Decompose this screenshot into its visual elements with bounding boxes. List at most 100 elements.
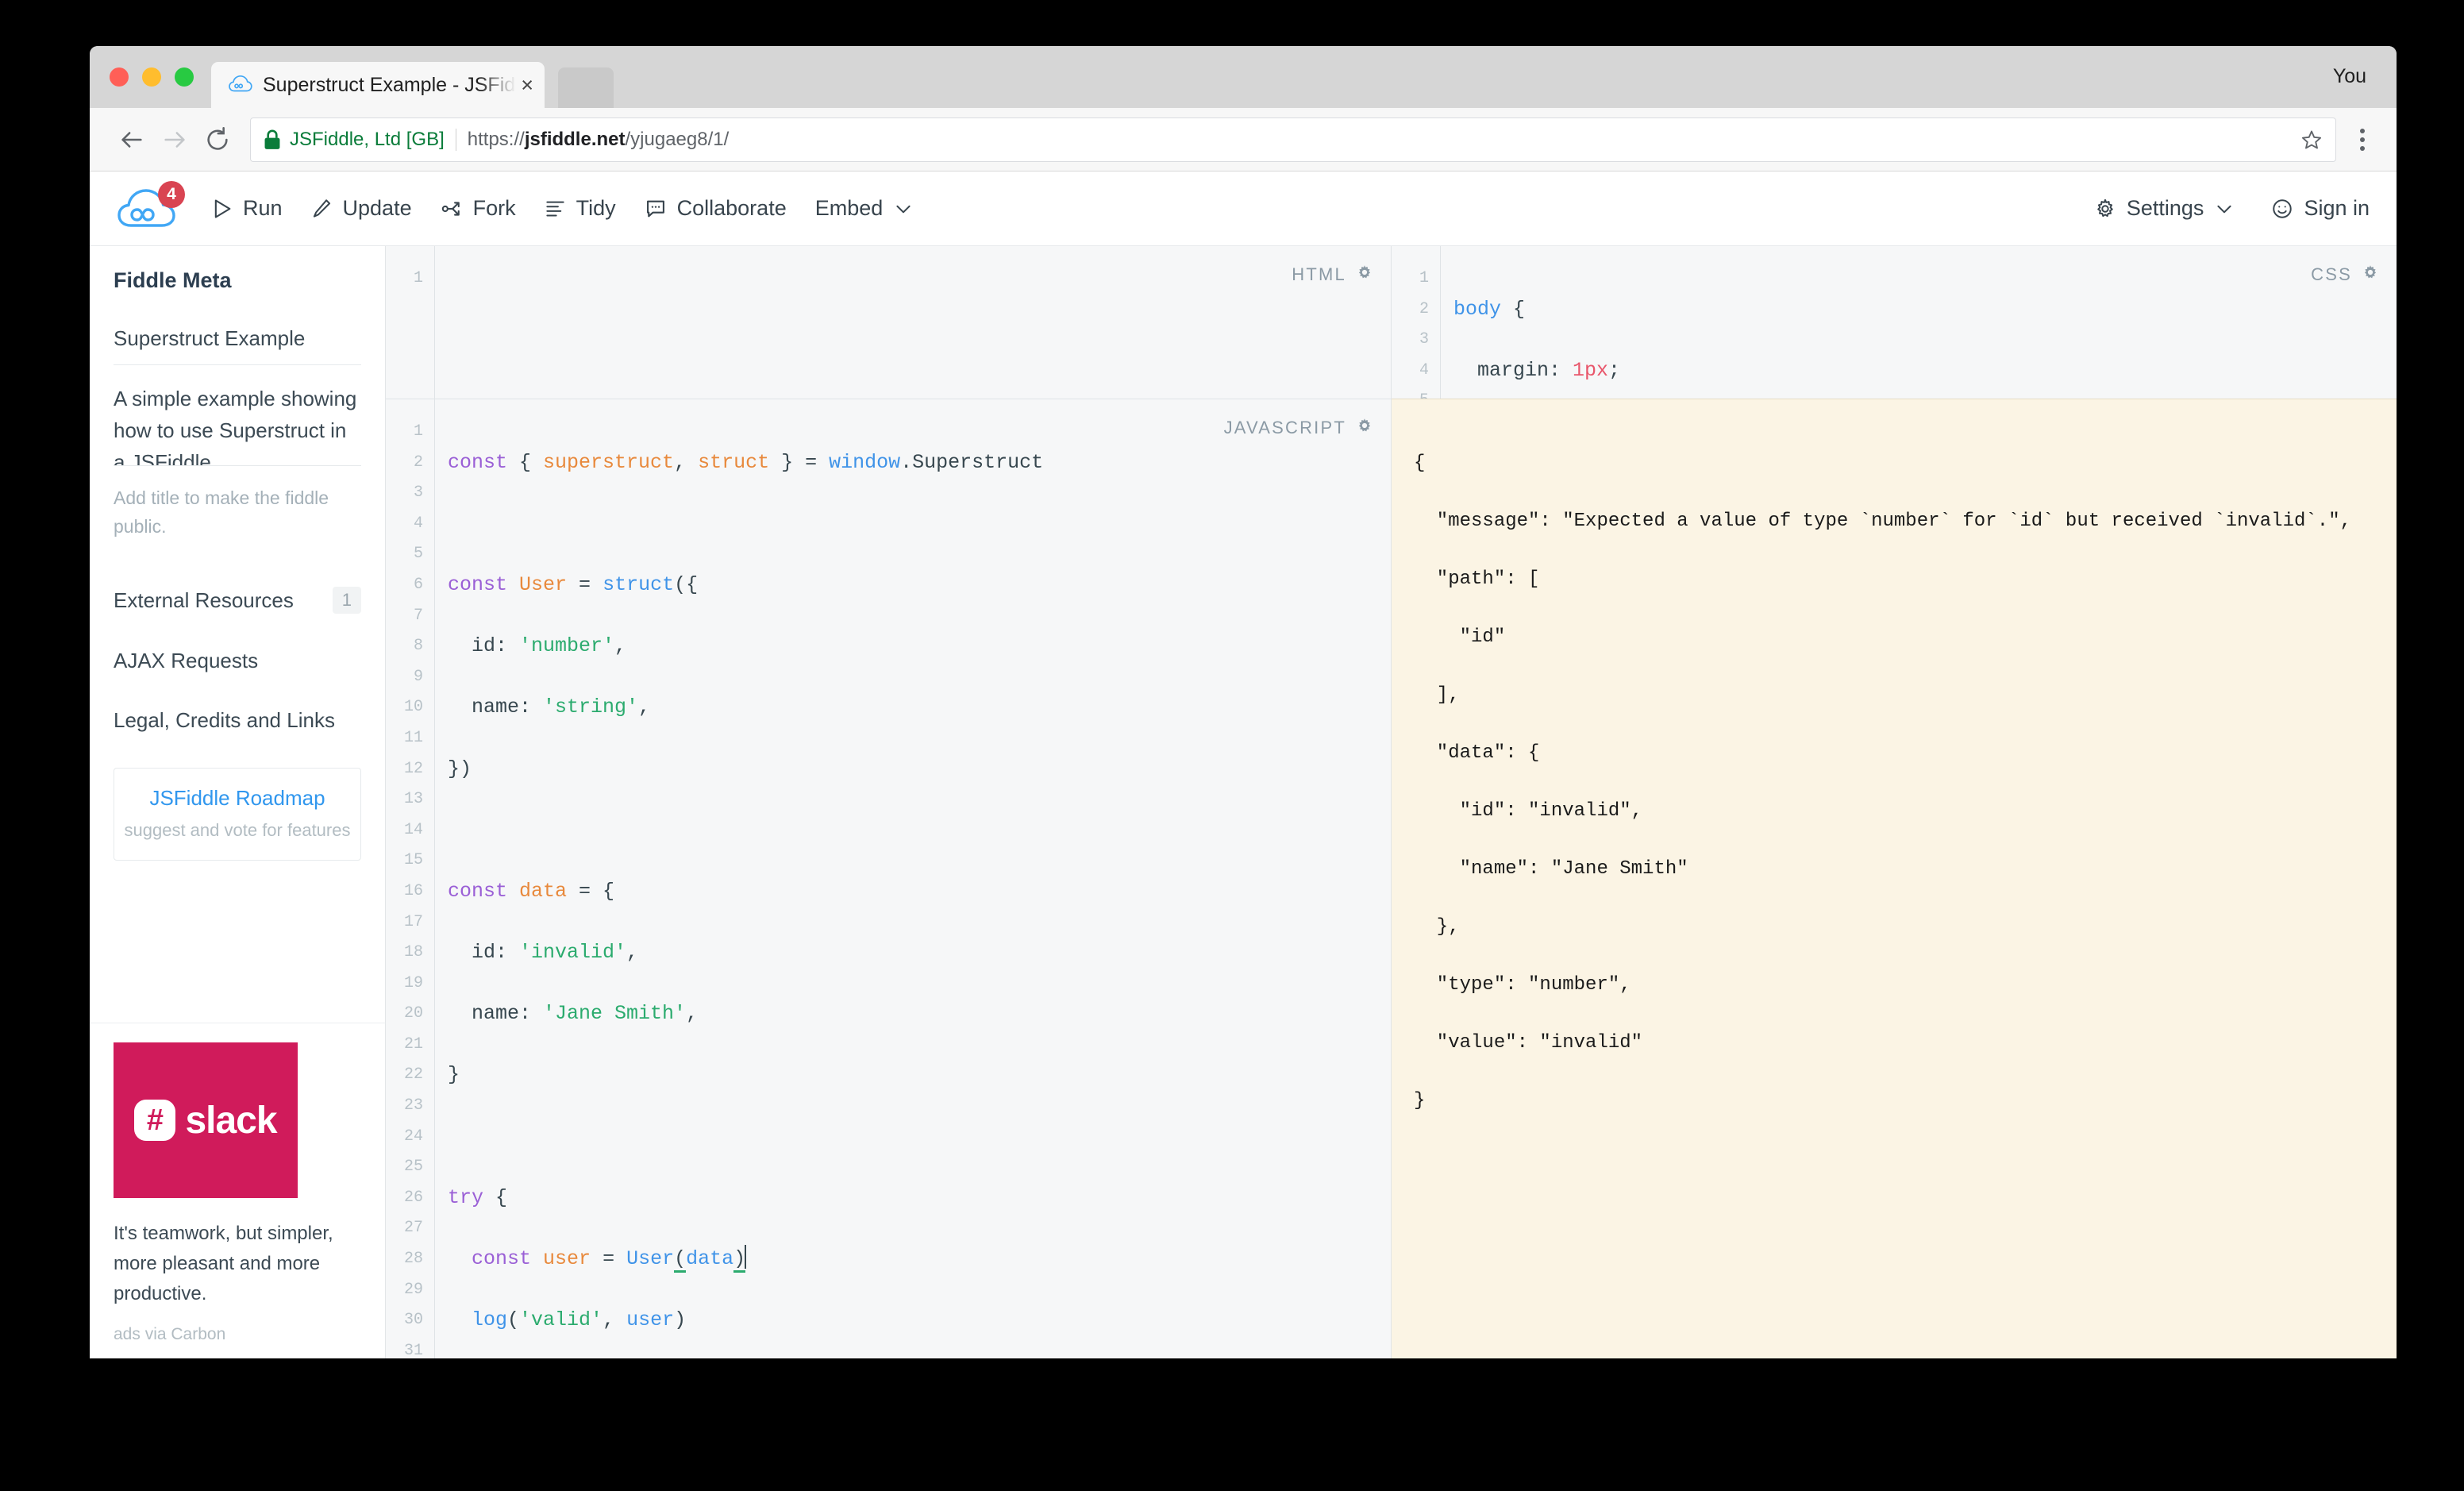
- url-text: https://jsfiddle.net/yjugaeg8/1/: [468, 129, 730, 151]
- sidebar: Fiddle Meta Superstruct Example A simple…: [90, 246, 386, 1358]
- jsfiddle-logo[interactable]: 4: [117, 180, 185, 232]
- fork-button[interactable]: Fork: [441, 196, 516, 221]
- result-line: ],: [1414, 684, 1460, 706]
- collaborate-button[interactable]: Collaborate: [645, 196, 787, 221]
- code-line: const user = User(data): [448, 1244, 1391, 1275]
- pencil-icon: [311, 198, 333, 220]
- javascript-editor-pane[interactable]: JAVASCRIPT 12345678 9 10 11 12 13 14 15 16: [386, 399, 1391, 1358]
- javascript-code[interactable]: 12345678 9 10 11 12 13 14 15 16 17 18 19 20 21 22 23 2…: [386, 399, 1391, 1358]
- html-editor-pane[interactable]: HTML 1: [386, 246, 1391, 399]
- html-line-numbers: 1: [386, 246, 435, 399]
- window-controls: [110, 67, 194, 87]
- sidebar-item-legal-credits-links[interactable]: Legal, Credits and Links: [114, 708, 361, 733]
- gear-icon[interactable]: [1356, 264, 1373, 286]
- browser-tab-strip: Superstruct Example - JSFiddle × You: [90, 46, 2397, 108]
- code-line: const data = {: [448, 879, 615, 903]
- result-line: "value": "invalid": [1414, 1031, 1643, 1054]
- jsfiddle-toolbar: 4 Run Update Fork Tidy Collaborate Embed…: [90, 171, 2397, 246]
- gear-icon[interactable]: [2362, 264, 2379, 286]
- notification-badge: 4: [158, 180, 185, 208]
- chevron-down-icon: [2214, 198, 2235, 219]
- maximize-window-button[interactable]: [175, 67, 194, 87]
- slack-ad-image[interactable]: # slack: [114, 1042, 298, 1198]
- play-icon: [212, 198, 233, 220]
- url-input[interactable]: JSFiddle, Ltd [GB] https://jsfiddle.net/…: [250, 117, 2336, 162]
- browser-tab-inactive[interactable]: [558, 67, 614, 108]
- css-source[interactable]: body { margin: 1px; padding: 20px; white…: [1441, 246, 2397, 399]
- profile-label[interactable]: You: [2333, 65, 2366, 88]
- result-line: }: [1414, 1089, 1426, 1112]
- embed-button[interactable]: Embed: [815, 196, 914, 221]
- ad-attribution[interactable]: ads via Carbon: [114, 1325, 361, 1344]
- slack-wordmark: slack: [185, 1099, 277, 1142]
- external-resources-label: External Resources: [114, 588, 294, 612]
- signin-label: Sign in: [2304, 196, 2370, 220]
- result-line: "type": "number",: [1414, 973, 1631, 996]
- reload-button[interactable]: [196, 118, 239, 161]
- close-tab-button[interactable]: ×: [521, 74, 533, 96]
- css-code[interactable]: 12345 body { margin: 1px; padding: 20px;…: [1392, 246, 2397, 399]
- fiddle-description-input[interactable]: A simple example showing how to use Supe…: [114, 383, 361, 466]
- result-line: "id": [1414, 626, 1506, 648]
- run-label: Run: [243, 196, 283, 220]
- result-output-pane[interactable]: { "message": "Expected a value of type `…: [1392, 399, 2397, 1358]
- forward-button: [153, 118, 196, 161]
- run-button[interactable]: Run: [212, 196, 283, 221]
- back-button[interactable]: [110, 118, 153, 161]
- javascript-line-numbers: 12345678 9 10 11 12 13 14 15 16 17 18 19 20 21 22 23 2…: [386, 399, 435, 1358]
- javascript-source[interactable]: const { superstruct, struct } = window.S…: [435, 399, 1391, 1358]
- lock-icon: [264, 129, 281, 150]
- settings-button[interactable]: Settings: [2094, 196, 2235, 221]
- result-line: {: [1414, 452, 1426, 474]
- external-resources-count: 1: [332, 587, 361, 614]
- jsfiddle-cloud-icon: [229, 73, 252, 97]
- code-line: const { superstruct, struct } = window.S…: [448, 450, 1044, 474]
- gear-icon: [2094, 198, 2116, 220]
- roadmap-link[interactable]: JSFiddle Roadmap: [122, 786, 352, 811]
- result-line: "path": [: [1414, 568, 1540, 590]
- carbon-ad[interactable]: # slack It's teamwork, but simpler, more…: [90, 1023, 385, 1358]
- toolbar-right-group: Settings Sign in: [2058, 196, 2370, 221]
- browser-window: Superstruct Example - JSFiddle × You JSF…: [90, 46, 2397, 1358]
- result-line: "id": "invalid",: [1414, 799, 1643, 822]
- editor-area: HTML 1 JAVASCRIPT 1 2 3 4 5 6 7 8 9 10 1…: [386, 246, 2397, 1358]
- html-code[interactable]: 1: [386, 246, 1391, 399]
- code-line: }): [448, 757, 472, 780]
- tidy-button[interactable]: Tidy: [545, 196, 616, 221]
- update-button[interactable]: Update: [311, 196, 412, 221]
- bookmark-star-icon[interactable]: [2288, 129, 2323, 151]
- css-line-numbers: 12345: [1392, 246, 1441, 399]
- css-editor-pane[interactable]: CSS 12345 body { margin: 1px; p: [1392, 246, 2397, 399]
- browser-menu-button[interactable]: [2344, 118, 2381, 161]
- code-line: body {: [1453, 297, 1526, 321]
- settings-label: Settings: [2126, 196, 2204, 220]
- result-line: "name": "Jane Smith": [1414, 857, 1688, 880]
- browser-tab-title: Superstruct Example - JSFiddle: [263, 73, 517, 96]
- code-line: try {: [448, 1185, 508, 1209]
- gear-icon[interactable]: [1356, 417, 1373, 439]
- left-editor-column: HTML 1 JAVASCRIPT 1 2 3 4 5 6 7 8 9 10 1…: [386, 246, 1392, 1358]
- minimize-window-button[interactable]: [142, 67, 161, 87]
- align-lines-icon: [545, 198, 566, 219]
- browser-tab-active[interactable]: Superstruct Example - JSFiddle ×: [211, 62, 545, 108]
- code-line: id: 'number',: [448, 634, 627, 658]
- slack-hash-icon: #: [134, 1100, 176, 1141]
- signin-button[interactable]: Sign in: [2271, 196, 2370, 221]
- fiddle-title-input[interactable]: Superstruct Example: [114, 326, 361, 365]
- embed-label: Embed: [814, 196, 884, 220]
- chevron-down-icon: [893, 198, 914, 219]
- roadmap-promo[interactable]: JSFiddle Roadmap suggest and vote for fe…: [114, 768, 361, 861]
- close-window-button[interactable]: [110, 67, 129, 87]
- right-editor-column: CSS 12345 body { margin: 1px; p: [1392, 246, 2397, 1358]
- url-path: /yjugaeg8/1/: [625, 128, 730, 150]
- site-identity-label: JSFiddle, Ltd [GB]: [290, 128, 445, 150]
- ad-copy[interactable]: It's teamwork, but simpler, more pleasan…: [114, 1219, 361, 1309]
- browser-address-bar: JSFiddle, Ltd [GB] https://jsfiddle.net/…: [90, 108, 2397, 171]
- collaborate-label: Collaborate: [676, 196, 787, 220]
- sidebar-item-external-resources[interactable]: External Resources 1: [114, 587, 361, 614]
- sidebar-item-ajax-requests[interactable]: AJAX Requests: [114, 649, 361, 673]
- html-source[interactable]: [435, 246, 1391, 399]
- result-line: "data": {: [1414, 742, 1540, 764]
- result-line: "message": "Expected a value of type `nu…: [1414, 510, 2351, 532]
